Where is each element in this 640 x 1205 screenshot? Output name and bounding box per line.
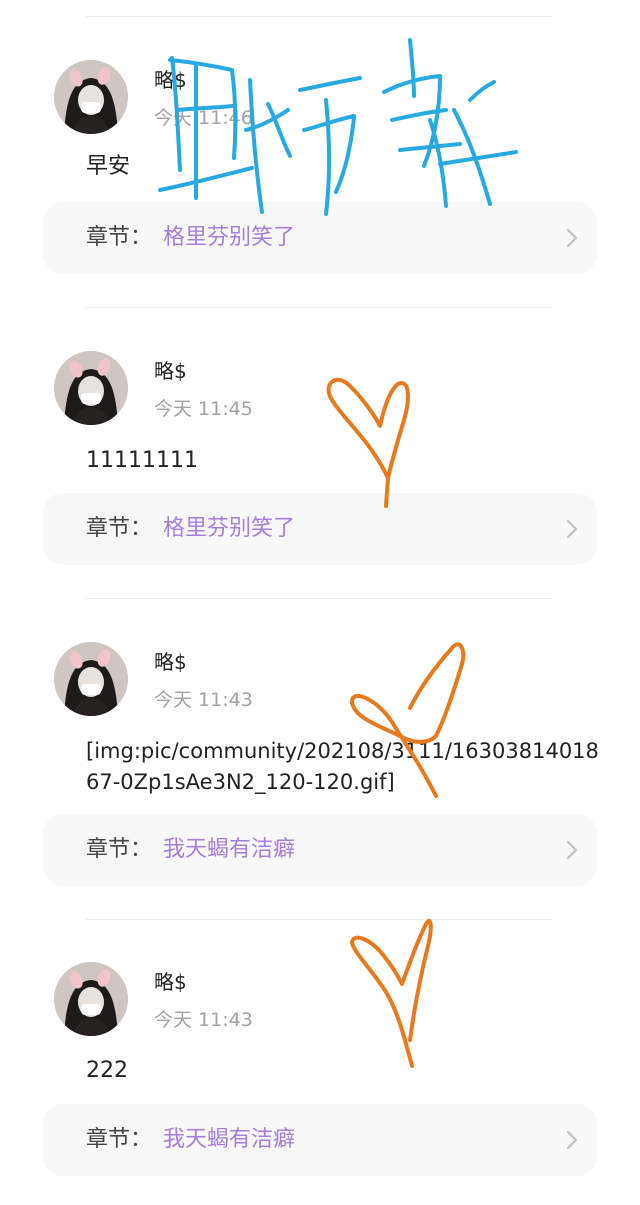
chevron-right-icon xyxy=(566,1130,578,1150)
heart-doodles xyxy=(326,378,466,1068)
username[interactable]: 略$ xyxy=(154,650,187,674)
chapter-link[interactable]: 章节： 我天蝎有洁癖 xyxy=(43,1104,597,1176)
avatar[interactable] xyxy=(54,962,128,1036)
chapter-title: 我天蝎有洁癖 xyxy=(163,837,296,862)
username[interactable]: 略$ xyxy=(154,970,187,994)
chevron-right-icon xyxy=(566,840,578,860)
username[interactable]: 略$ xyxy=(154,359,187,383)
avatar[interactable] xyxy=(54,60,128,134)
chapter-title: 我天蝎有洁癖 xyxy=(163,1127,296,1152)
comment-text: 222 xyxy=(86,1058,128,1083)
avatar[interactable] xyxy=(54,351,128,425)
comment-text: 早安 xyxy=(86,154,131,179)
timestamp: 今天 11:43 xyxy=(154,1009,253,1031)
avatar[interactable] xyxy=(54,642,128,716)
chevron-right-icon xyxy=(566,519,578,539)
divider xyxy=(86,16,552,17)
chapter-title: 格里芬别笑了 xyxy=(163,516,296,541)
chapter-link[interactable]: 章节： 我天蝎有洁癖 xyxy=(43,814,597,886)
chapter-title: 格里芬别笑了 xyxy=(163,225,296,250)
comment-feed: 略$ 今天 11:46 早安 章节： 格里芬别笑了 略$ 今天 11:45 11… xyxy=(0,0,640,1205)
username[interactable]: 略$ xyxy=(154,68,187,92)
timestamp: 今天 11:46 xyxy=(154,107,253,129)
timestamp: 今天 11:43 xyxy=(154,689,253,711)
chapter-link[interactable]: 章节： 格里芬别笑了 xyxy=(43,202,597,274)
comment-text: [img:pic/community/202108/3111/163038140… xyxy=(86,739,599,794)
chapter-label: 章节： xyxy=(86,516,153,541)
chapter-label: 章节： xyxy=(86,837,153,862)
divider xyxy=(86,307,552,308)
timestamp: 今天 11:45 xyxy=(154,398,253,420)
divider xyxy=(86,598,552,599)
divider xyxy=(86,919,552,920)
chapter-label: 章节： xyxy=(86,1127,153,1152)
chevron-right-icon xyxy=(566,228,578,248)
chapter-link[interactable]: 章节： 格里芬别笑了 xyxy=(43,493,597,565)
chapter-label: 章节： xyxy=(86,225,153,250)
comment-text: 11111111 xyxy=(86,448,198,473)
